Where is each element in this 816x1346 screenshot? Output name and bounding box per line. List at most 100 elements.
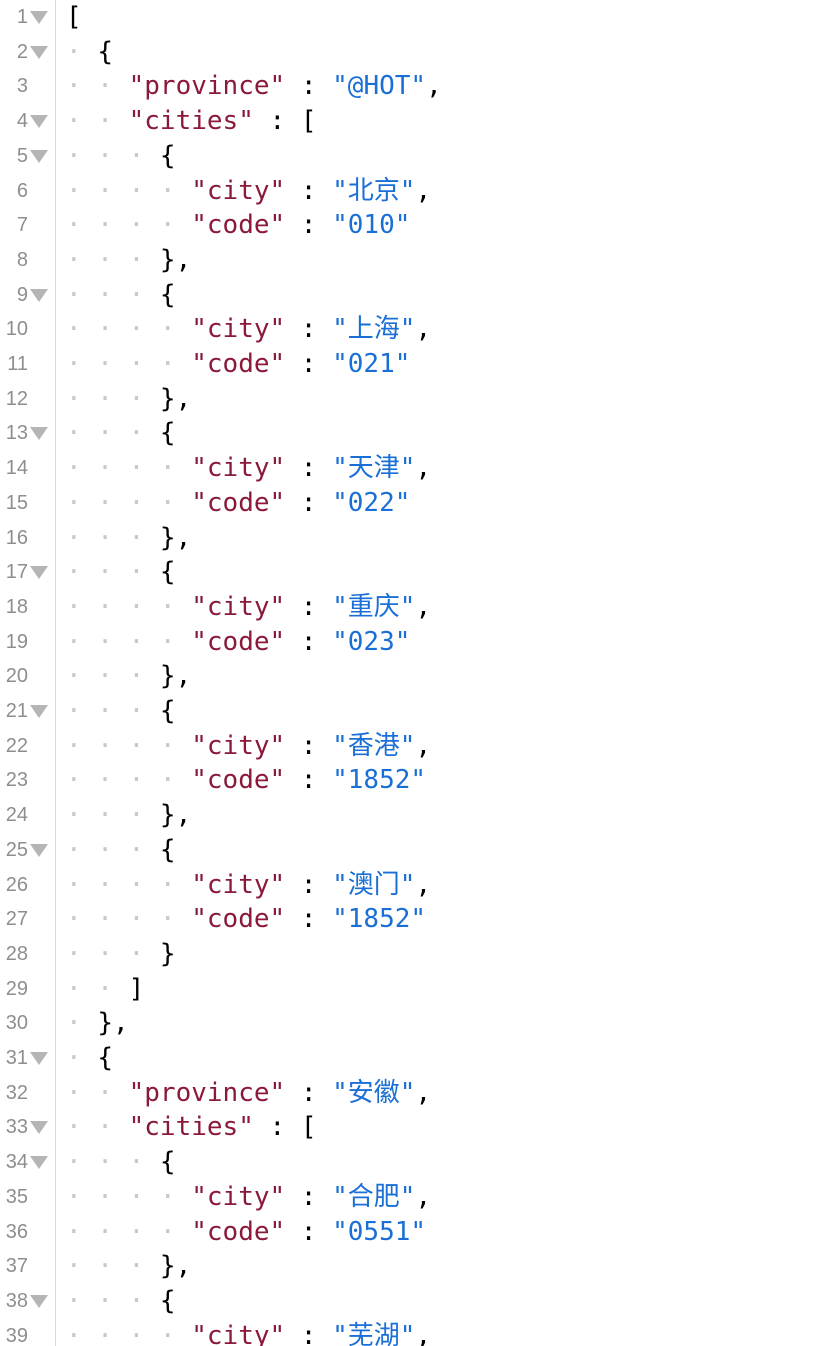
- fold-triangle-icon[interactable]: [30, 843, 48, 857]
- json-key: "city": [191, 175, 286, 206]
- indent-guide: · · · ·: [66, 626, 192, 657]
- code-line[interactable]: 23 · · · · "code" : "1852": [0, 763, 816, 798]
- line-number: 32: [5, 1081, 28, 1104]
- indent-guide: · · · ·: [66, 765, 192, 796]
- json-punctuation: [: [66, 2, 82, 32]
- fold-triangle-icon[interactable]: [30, 1294, 48, 1308]
- fold-triangle-icon[interactable]: [30, 705, 48, 718]
- json-punctuation: ,: [426, 71, 442, 102]
- code-line[interactable]: 39 · · · · "city" : "芜湖",: [0, 1319, 816, 1346]
- code-line[interactable]: 13 · · · {: [0, 416, 816, 451]
- code-line[interactable]: 38 · · · {: [0, 1284, 816, 1319]
- json-key: "code": [191, 765, 286, 796]
- json-punctuation: },: [159, 383, 192, 414]
- fold-triangle-icon[interactable]: [30, 149, 48, 163]
- json-string: "010": [332, 210, 411, 241]
- code-line[interactable]: 5 · · · {: [0, 139, 816, 174]
- code-line[interactable]: 1[: [0, 0, 816, 35]
- code-line[interactable]: 11 · · · · "code" : "021": [0, 347, 816, 382]
- json-punctuation: :: [285, 1181, 333, 1212]
- code-line[interactable]: 27 · · · · "code" : "1852": [0, 902, 816, 937]
- json-key: "code": [191, 210, 286, 241]
- code-line[interactable]: 12 · · · },: [0, 382, 816, 417]
- json-key: "cities": [128, 106, 254, 137]
- json-string: "安徽": [332, 1077, 416, 1108]
- code-line[interactable]: 3 · · "province" : "@HOT",: [0, 69, 816, 104]
- code-line[interactable]: 32 · · "province" : "安徽",: [0, 1076, 816, 1111]
- json-string: "澳门": [332, 869, 416, 900]
- code-line[interactable]: 15 · · · · "code" : "022": [0, 486, 816, 521]
- code-text: · · · · "code" : "010": [66, 208, 410, 243]
- code-line[interactable]: 2 · {: [0, 35, 816, 70]
- fold-triangle-icon[interactable]: [30, 427, 48, 441]
- fold-triangle-icon[interactable]: [30, 11, 48, 24]
- code-line[interactable]: 21 · · · {: [0, 694, 816, 729]
- fold-triangle-icon[interactable]: [30, 566, 48, 580]
- json-punctuation: : [: [253, 1112, 317, 1143]
- code-text: · · · {: [66, 139, 176, 174]
- fold-triangle-icon[interactable]: [30, 1121, 48, 1135]
- code-line[interactable]: 10 · · · · "city" : "上海",: [0, 312, 816, 347]
- code-line[interactable]: 22 · · · · "city" : "香港",: [0, 729, 816, 764]
- indent-guide: · · ·: [66, 557, 160, 588]
- json-punctuation: :: [285, 904, 333, 935]
- fold-triangle-icon[interactable]: [30, 1156, 48, 1170]
- code-line[interactable]: 31 · {: [0, 1041, 816, 1076]
- indent-guide: · · ·: [66, 834, 160, 865]
- code-text: · · · · "code" : "021": [66, 347, 410, 382]
- code-text: · · · {: [66, 1145, 176, 1180]
- indent-guide: · · ·: [66, 661, 160, 692]
- json-punctuation: :: [285, 1077, 333, 1108]
- line-number: 34: [5, 1151, 28, 1174]
- code-line[interactable]: 20 · · · },: [0, 659, 816, 694]
- json-string: "重庆": [332, 591, 416, 622]
- indent-guide: ·: [66, 36, 98, 67]
- indent-guide: · · · ·: [66, 1216, 192, 1247]
- code-line[interactable]: 16 · · · },: [0, 521, 816, 556]
- code-line[interactable]: 18 · · · · "city" : "重庆",: [0, 590, 816, 625]
- code-text: · · · {: [66, 833, 176, 868]
- indent-guide: · · · ·: [66, 175, 192, 206]
- fold-triangle-icon[interactable]: [30, 1052, 48, 1065]
- code-line[interactable]: 4 · · "cities" : [: [0, 104, 816, 139]
- code-line[interactable]: 9 · · · {: [0, 278, 816, 313]
- fold-triangle-icon[interactable]: [30, 288, 48, 302]
- code-line[interactable]: 29 · · ]: [0, 972, 816, 1007]
- json-string: "合肥": [332, 1181, 416, 1212]
- code-text: · · "cities" : [: [66, 104, 316, 139]
- code-line[interactable]: 19 · · · · "code" : "023": [0, 625, 816, 660]
- code-line[interactable]: 36 · · · · "code" : "0551": [0, 1215, 816, 1250]
- code-text: · · "province" : "@HOT",: [66, 69, 442, 104]
- code-text: · · · },: [66, 521, 191, 556]
- code-line[interactable]: 34 · · · {: [0, 1145, 816, 1180]
- json-punctuation: ,: [415, 730, 432, 761]
- code-text: · · · · "city" : "北京",: [66, 174, 431, 209]
- code-line[interactable]: 33 · · "cities" : [: [0, 1110, 816, 1145]
- line-number: 22: [5, 734, 28, 757]
- code-line[interactable]: 14 · · · · "city" : "天津",: [0, 451, 816, 486]
- code-line[interactable]: 28 · · · }: [0, 937, 816, 972]
- code-line[interactable]: 17 · · · {: [0, 555, 816, 590]
- indent-guide: · · ·: [66, 140, 160, 171]
- code-line[interactable]: 8 · · · },: [0, 243, 816, 278]
- code-text: · · · {: [66, 694, 176, 729]
- code-line[interactable]: 7 · · · · "code" : "010": [0, 208, 816, 243]
- code-line[interactable]: 25 · · · {: [0, 833, 816, 868]
- json-punctuation: ,: [415, 1181, 432, 1212]
- code-line[interactable]: 6 · · · · "city" : "北京",: [0, 174, 816, 209]
- code-line[interactable]: 24 · · · },: [0, 798, 816, 833]
- code-line[interactable]: 30 · },: [0, 1006, 816, 1041]
- json-punctuation: },: [159, 522, 192, 553]
- json-punctuation: :: [285, 626, 333, 657]
- fold-triangle-icon[interactable]: [30, 115, 48, 129]
- code-line[interactable]: 26 · · · · "city" : "澳门",: [0, 868, 816, 903]
- code-line[interactable]: 37 · · · },: [0, 1249, 816, 1284]
- json-string: "023": [332, 626, 411, 657]
- json-editor[interactable]: 1[2 · {3 · · "province" : "@HOT", 4 · · "cit…: [0, 0, 816, 1346]
- indent-guide: · · ·: [66, 800, 160, 831]
- code-text: · },: [66, 1006, 129, 1041]
- indent-guide: · · · ·: [66, 591, 192, 622]
- fold-triangle-icon[interactable]: [30, 45, 48, 59]
- indent-guide: · · · ·: [66, 349, 192, 379]
- code-line[interactable]: 35 · · · · "city" : "合肥",: [0, 1180, 816, 1215]
